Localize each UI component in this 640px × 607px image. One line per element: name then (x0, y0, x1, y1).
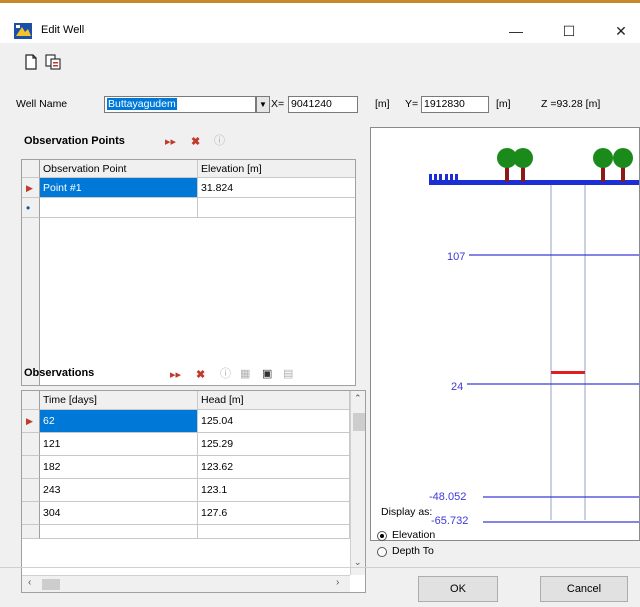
row-header (22, 502, 40, 525)
x-coordinate-input[interactable]: 9041240 (288, 96, 358, 113)
table-cell[interactable] (198, 525, 350, 539)
y-label: Y= (405, 98, 419, 110)
help-icon[interactable]: ⓘ (214, 134, 225, 148)
new-row-icon: • (22, 198, 40, 218)
table-cell[interactable]: 125.04 (198, 410, 350, 433)
current-row-icon: ▶ (22, 410, 40, 433)
dialog-client: Well Name Buttayagudem ▼ X= 9041240 [m] … (0, 43, 640, 607)
level-label: 24 (451, 381, 463, 393)
column-header[interactable]: Time [days] (40, 391, 198, 410)
x-unit-label: [m] (375, 98, 390, 110)
scroll-left-icon[interactable]: ‹ (28, 577, 31, 588)
column-header[interactable]: Observation Point (40, 160, 198, 178)
observation-points-title: Observation Points (24, 135, 125, 147)
display-as-label: Display as: (381, 506, 433, 518)
column-header[interactable]: Head [m] (198, 391, 350, 410)
cancel-button-label: Cancel (566, 583, 602, 595)
table-cell[interactable]: 304 (40, 502, 198, 525)
help-icon[interactable]: ⓘ (220, 367, 231, 381)
table-cell[interactable]: 125.29 (198, 433, 350, 456)
cancel-button[interactable]: Cancel (540, 576, 628, 602)
footer-divider (0, 567, 640, 568)
vertical-scrollbar[interactable]: ⌃ ⌄ (350, 391, 365, 575)
well-name-label: Well Name (16, 98, 68, 110)
elevation-radio[interactable] (377, 531, 387, 541)
observation-points-grid[interactable]: Observation Point Elevation [m] ▶ Point … (21, 159, 356, 386)
row-header-strip (22, 218, 40, 385)
table-cell[interactable]: 123.1 (198, 479, 350, 502)
export-icon[interactable]: ▤ (283, 367, 293, 381)
delete-point-icon[interactable]: ✖ (191, 135, 200, 149)
row-header (22, 456, 40, 479)
x-label: X= (271, 98, 285, 110)
close-button[interactable]: ✕ (598, 17, 640, 45)
chart-icon[interactable]: ▦ (240, 367, 250, 381)
tree-icon (497, 148, 533, 182)
ok-button-label: OK (450, 583, 466, 595)
y-coordinate-input[interactable]: 1912830 (421, 96, 489, 113)
scroll-thumb[interactable] (42, 579, 60, 590)
row-header (22, 479, 40, 502)
tree-icon (593, 148, 633, 182)
level-label: -65.732 (431, 515, 468, 527)
grid-corner (22, 391, 40, 410)
minimize-button[interactable]: — (493, 17, 539, 45)
grid-corner (22, 160, 40, 178)
current-row-icon: ▶ (22, 178, 40, 198)
scroll-right-icon[interactable]: › (336, 577, 339, 588)
table-cell[interactable]: 243 (40, 479, 198, 502)
new-document-icon[interactable] (22, 53, 40, 71)
table-cell[interactable] (40, 198, 198, 218)
column-header[interactable]: Elevation [m] (198, 160, 355, 178)
well-diagram-canvas: 107 24 -48.052 -65.732 (429, 148, 639, 527)
delete-observation-icon[interactable]: ✖ (196, 368, 205, 382)
well-name-value: Buttayagudem (107, 98, 177, 110)
row-header (22, 525, 40, 539)
elevation-radio-label[interactable]: Elevation (392, 529, 435, 541)
observations-title: Observations (24, 367, 95, 379)
scroll-thumb[interactable] (353, 413, 365, 431)
add-observation-icon[interactable]: ▸▸ (170, 368, 181, 382)
level-label: 107 (447, 251, 465, 263)
import-icon[interactable]: ▣ (262, 367, 272, 381)
table-cell[interactable]: 127.6 (198, 502, 350, 525)
observations-grid[interactable]: Time [days] Head [m] ▶ 62 125.04 121 125… (21, 390, 366, 593)
table-cell[interactable]: Point #1 (40, 178, 198, 198)
ground-surface (429, 180, 639, 185)
add-point-icon[interactable]: ▸▸ (165, 135, 176, 149)
row-header (22, 433, 40, 456)
depth-to-radio[interactable] (377, 547, 387, 557)
well-name-combo[interactable]: Buttayagudem (104, 96, 256, 113)
maximize-button[interactable]: ☐ (546, 17, 592, 45)
level-label: -48.052 (429, 491, 466, 503)
copy-icon[interactable] (44, 53, 62, 71)
chevron-down-icon[interactable]: ▼ (256, 96, 270, 113)
app-icon (14, 23, 32, 39)
table-cell[interactable]: 31.824 (198, 178, 355, 198)
table-cell[interactable]: 123.62 (198, 456, 350, 479)
depth-to-radio-label[interactable]: Depth To (392, 545, 434, 557)
table-cell[interactable] (198, 198, 355, 218)
table-cell[interactable] (40, 525, 198, 539)
horizontal-scrollbar[interactable]: ‹ › (22, 575, 350, 592)
table-cell[interactable]: 182 (40, 456, 198, 479)
title-bar[interactable]: Edit Well — ☐ ✕ (0, 3, 640, 43)
well-diagram: 107 24 -48.052 -65.732 (370, 127, 640, 541)
table-cell[interactable]: 62 (40, 410, 198, 433)
y-unit-label: [m] (496, 98, 511, 110)
table-cell[interactable]: 121 (40, 433, 198, 456)
observation-point-marker (551, 371, 585, 374)
scroll-up-icon[interactable]: ⌃ (354, 393, 362, 404)
ok-button[interactable]: OK (418, 576, 498, 602)
z-elevation-label: Z =93.28 [m] (541, 98, 601, 110)
window-title: Edit Well (41, 24, 85, 36)
